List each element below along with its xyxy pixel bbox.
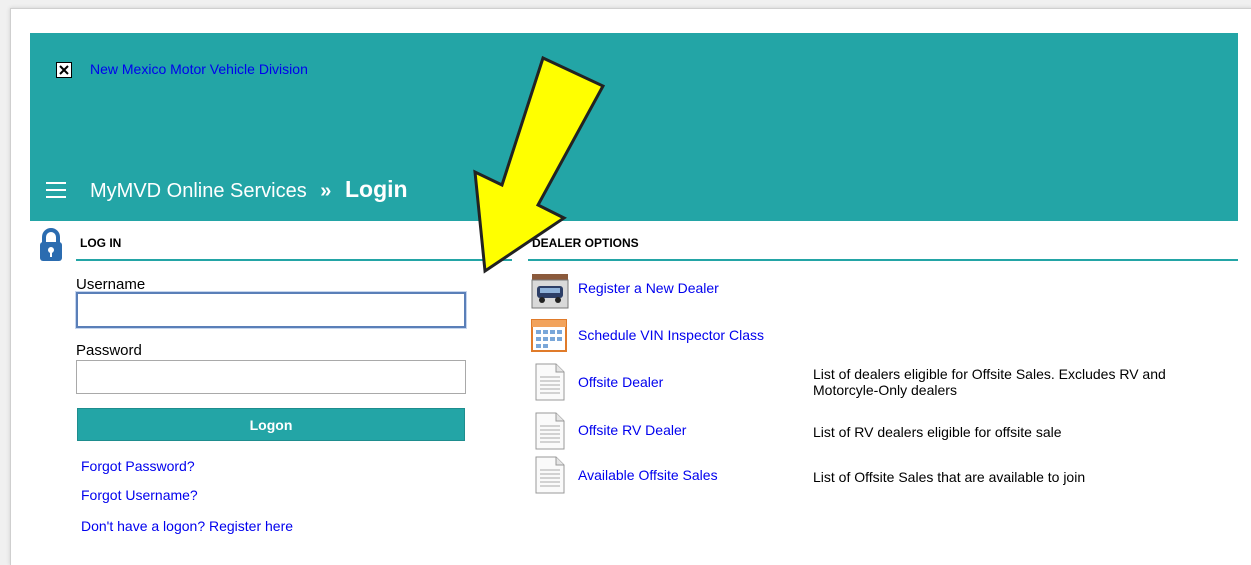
username-label: Username <box>76 276 146 293</box>
forgot-username-link[interactable]: Forgot Username? <box>81 487 198 503</box>
offsite-rv-dealer-link[interactable]: Offsite RV Dealer <box>578 422 686 438</box>
breadcrumb: MyMVD Online Services » Login <box>90 176 408 203</box>
password-label: Password <box>76 342 142 359</box>
lock-icon <box>40 228 62 261</box>
schedule-vin-class-link[interactable]: Schedule VIN Inspector Class <box>578 327 764 343</box>
broken-image-icon <box>56 62 72 78</box>
document-icon <box>535 456 565 494</box>
available-offsite-sales-link[interactable]: Available Offsite Sales <box>578 467 718 483</box>
calendar-icon <box>531 319 567 352</box>
document-icon <box>535 363 565 401</box>
site-home-link[interactable]: New Mexico Motor Vehicle Division <box>90 61 308 77</box>
login-divider <box>76 259 512 261</box>
available-offsite-sales-description: List of Offsite Sales that are available… <box>813 469 1086 485</box>
annotation-arrow-icon <box>473 55 606 274</box>
menu-icon[interactable] <box>46 182 66 198</box>
car-icon <box>531 274 569 309</box>
register-dealer-link[interactable]: Register a New Dealer <box>578 280 719 296</box>
breadcrumb-parent[interactable]: MyMVD Online Services <box>90 180 307 202</box>
dealer-divider <box>528 259 1238 261</box>
page-title: Login <box>344 176 408 202</box>
offsite-dealer-description: List of dealers eligible for Offsite Sal… <box>813 366 1166 398</box>
password-input[interactable] <box>76 360 466 394</box>
forgot-password-link[interactable]: Forgot Password? <box>81 458 195 474</box>
offsite-dealer-link[interactable]: Offsite Dealer <box>578 374 663 390</box>
register-link[interactable]: Don't have a logon? Register here <box>81 518 293 534</box>
offsite-rv-dealer-description: List of RV dealers eligible for offsite … <box>813 424 1062 440</box>
username-input[interactable] <box>76 292 466 328</box>
logon-button[interactable]: Logon <box>77 408 465 441</box>
document-icon <box>535 412 565 450</box>
breadcrumb-separator: » <box>320 180 332 202</box>
login-section-title: LOG IN <box>80 236 122 250</box>
